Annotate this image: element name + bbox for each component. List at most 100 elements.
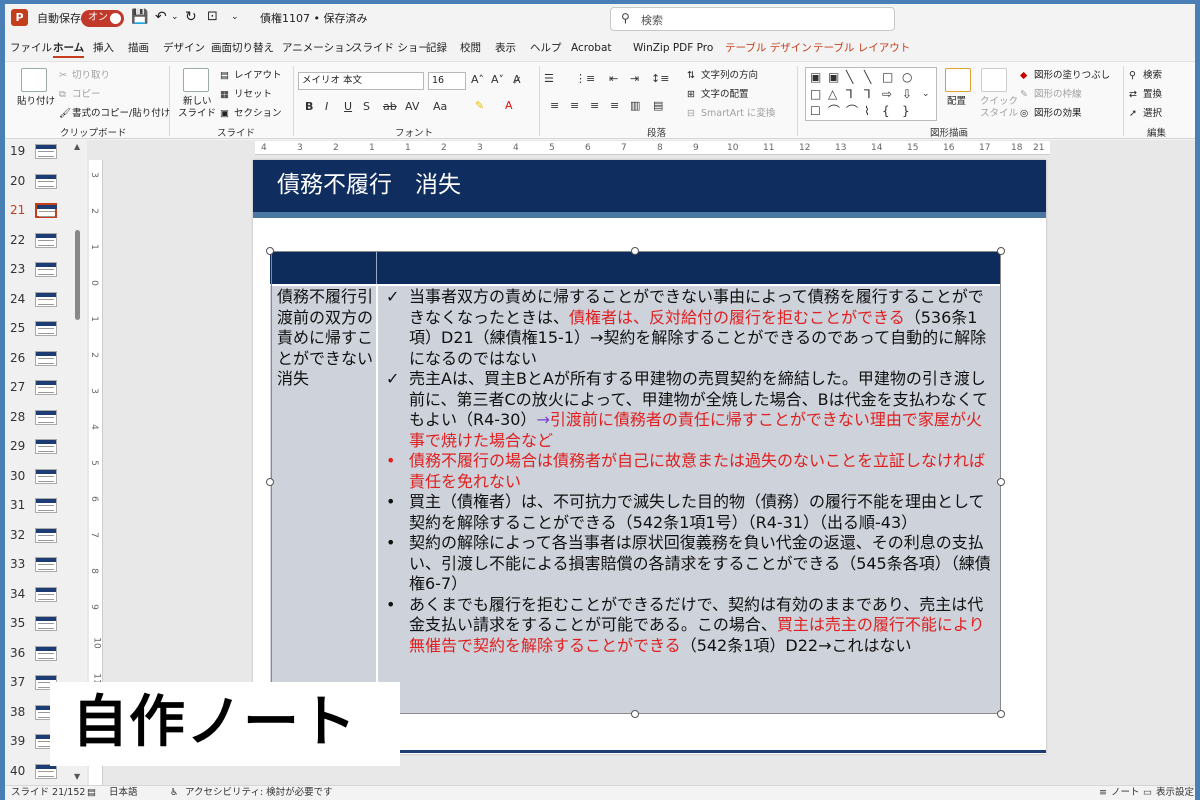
columns-icon[interactable]: ▥ <box>630 99 640 113</box>
smartart-button[interactable]: SmartArt に変換 <box>701 108 775 120</box>
oval-icon[interactable]: ○ <box>902 71 912 84</box>
bullet-item[interactable]: ✓ 売主Aは、買主BとAが所有する甲建物の売買契約を締結した。甲建物の引き渡し前に… <box>381 369 993 451</box>
bold-icon[interactable]: B <box>305 100 313 114</box>
slide-thumbnail[interactable] <box>35 439 57 454</box>
resize-handle[interactable] <box>266 478 274 486</box>
highlight-icon[interactable]: ✎ <box>475 99 484 113</box>
shape-gallery[interactable]: ▣ ▣ ╲ ╲ □ ○ □ △ ⅂ ⅂ ⇨ ⇩ ☐ ⌒ ⌒ ⌇ { } ⌄ <box>805 67 937 121</box>
left-brace-icon[interactable]: { <box>882 105 890 118</box>
quick-styles-icon[interactable] <box>981 68 1007 92</box>
scroll-up-icon[interactable]: ▲ <box>74 142 80 151</box>
slide-thumbnail[interactable] <box>35 468 57 484</box>
align-right-icon[interactable]: ≡ <box>590 99 599 113</box>
cut-button[interactable]: 切り取り <box>72 70 110 82</box>
font-color-icon[interactable]: A <box>505 99 513 113</box>
bullet-item[interactable]: • 買主（債権者）は、不可抗力で滅失した目的物（債務）の履行不能を理由として契約を… <box>381 492 993 533</box>
new-slide-label-2[interactable]: スライド <box>178 108 216 120</box>
line-icon[interactable]: ╲ <box>846 71 853 84</box>
slide-thumbnail[interactable] <box>35 262 57 277</box>
resize-handle[interactable] <box>631 710 639 718</box>
increase-indent-icon[interactable]: ⇥ <box>630 72 639 86</box>
arrow-icon[interactable]: ╲ <box>864 71 871 84</box>
gallery-more-icon[interactable]: ⌄ <box>922 88 930 101</box>
resize-handle[interactable] <box>997 478 1005 486</box>
tab-review[interactable]: 校閲 <box>460 41 481 55</box>
arrange-icon[interactable] <box>945 68 971 92</box>
bullet-item[interactable]: • あくまでも履行を拒むことができるだけで、契約は有効のままであり、売主は代金支払… <box>381 595 993 657</box>
tab-table-design[interactable]: テーブル デザイン <box>725 41 812 55</box>
decrease-font-icon[interactable]: A˅ <box>491 73 504 87</box>
align-left-icon[interactable]: ≡ <box>550 99 559 113</box>
undo-icon[interactable]: ↶ <box>155 10 167 24</box>
elbow-connector-icon[interactable]: ⅂ <box>846 88 853 101</box>
section-button[interactable]: セクション <box>234 108 282 120</box>
slide-thumbnail[interactable] <box>35 498 57 513</box>
text-direction-button[interactable]: 文字列の方向 <box>701 70 758 82</box>
numbering-icon[interactable]: ⋮≡ <box>575 72 595 86</box>
slide-thumbnail[interactable] <box>35 616 57 631</box>
slide-thumbnail[interactable] <box>35 586 57 602</box>
line-spacing-icon[interactable]: ↕≡ <box>651 72 669 86</box>
rectangle-icon[interactable]: □ <box>882 71 893 84</box>
vertical-textbox-icon[interactable]: ▣ <box>828 71 839 84</box>
new-slide-icon[interactable] <box>183 68 209 92</box>
down-arrow-icon[interactable]: ⇩ <box>902 88 912 101</box>
quick-style-label-1[interactable]: クイック <box>980 96 1018 108</box>
slide-thumbnail[interactable] <box>35 321 57 336</box>
freeform-icon[interactable]: ☐ <box>810 105 821 118</box>
content-table[interactable]: 債務不履行引渡前の双方の責めに帰すことができない消失 ✓ 当事者双方の責めに帰する… <box>270 251 1000 714</box>
replace-button[interactable]: 置換 <box>1143 89 1162 101</box>
slide-thumbnail[interactable] <box>35 144 57 159</box>
tab-help[interactable]: ヘルプ <box>530 41 562 55</box>
increase-font-icon[interactable]: A˄ <box>471 73 484 87</box>
justify-icon[interactable]: ≡ <box>610 99 619 113</box>
clear-format-icon[interactable]: A̷ <box>513 73 521 87</box>
change-case-icon[interactable]: Aa <box>433 100 447 114</box>
scribble-icon[interactable]: ⌇ <box>864 105 870 118</box>
quick-style-label-2[interactable]: スタイル <box>980 108 1018 120</box>
right-arrow-icon[interactable]: ⇨ <box>882 88 892 101</box>
undo-dropdown-icon[interactable]: ⌄ <box>171 10 179 24</box>
tab-slideshow[interactable]: スライド ショー <box>352 41 429 55</box>
notes-button[interactable]: ノート <box>1111 786 1140 800</box>
align-center-icon[interactable]: ≡ <box>570 99 579 113</box>
format-painter-button[interactable]: 書式のコピー/貼り付け <box>72 108 170 120</box>
tab-record[interactable]: 記録 <box>426 41 447 55</box>
slide-thumbnail[interactable] <box>35 291 57 307</box>
triangle-icon[interactable]: △ <box>828 88 837 101</box>
table-bullet-list[interactable]: ✓ 当事者双方の責めに帰することができない事由によって債務を履行することができなく… <box>381 287 993 656</box>
language-indicator[interactable]: 日本語 <box>109 786 138 800</box>
shape-outline-button[interactable]: 図形の枠線 <box>1034 89 1082 101</box>
arrange-button[interactable]: 配置 <box>947 96 966 108</box>
slide-canvas[interactable]: 債務不履行 消失 債務不履行引渡前の双方の責めに帰すことができない消失 ✓ 当事者… <box>253 160 1046 754</box>
select-button[interactable]: 選択 <box>1143 108 1162 120</box>
paste-button[interactable]: 貼り付け <box>17 96 55 108</box>
tab-file[interactable]: ファイル <box>10 41 52 55</box>
tab-table-layout[interactable]: テーブル レイアウト <box>813 41 910 55</box>
display-settings-button[interactable]: 表示設定 <box>1156 786 1194 800</box>
tab-insert[interactable]: 挿入 <box>93 41 114 55</box>
tab-design[interactable]: デザイン <box>163 41 205 55</box>
shadow-icon[interactable]: S <box>363 100 370 114</box>
tab-animations[interactable]: アニメーション <box>282 41 355 55</box>
accessibility-status[interactable]: アクセシビリティ: 検討が必要です <box>185 786 333 800</box>
bullet-item[interactable]: • 契約の解除によって各当事者は原状回復義務を負い代金の返還、その利息の支払い、引… <box>381 533 993 595</box>
rect-shape-icon[interactable]: □ <box>810 88 821 101</box>
customize-quick-access-icon[interactable]: ⌄ <box>231 10 239 24</box>
tab-acrobat[interactable]: Acrobat <box>571 41 612 55</box>
copy-button[interactable]: コピー <box>72 89 101 101</box>
resize-handle[interactable] <box>631 247 639 255</box>
resize-handle[interactable] <box>266 247 274 255</box>
start-slideshow-icon[interactable]: ⊡ <box>207 10 218 24</box>
save-icon[interactable]: 💾 <box>131 10 148 24</box>
slide-thumbnail[interactable] <box>35 232 57 248</box>
tab-transitions[interactable]: 画面切り替え <box>211 41 274 55</box>
slide-thumbnail[interactable] <box>35 557 57 572</box>
italic-icon[interactable]: I <box>325 100 328 114</box>
slide-thumbnail[interactable] <box>35 409 57 425</box>
redo-icon[interactable]: ↻ <box>185 10 197 24</box>
right-brace-icon[interactable]: } <box>902 105 910 118</box>
font-name-combo[interactable]: メイリオ 本文 <box>298 72 424 90</box>
table-row-label[interactable]: 債務不履行引渡前の双方の責めに帰すことができない消失 <box>277 287 373 390</box>
curve-icon[interactable]: ⌒ <box>828 105 840 118</box>
